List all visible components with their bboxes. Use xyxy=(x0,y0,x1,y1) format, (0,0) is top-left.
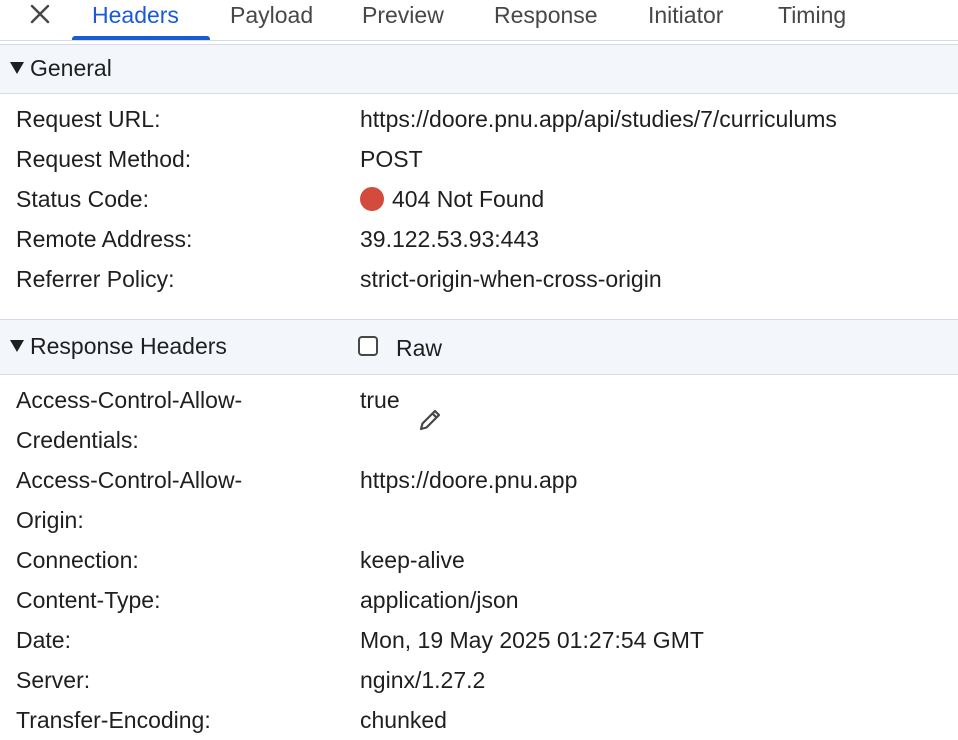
response-headers-section-title: Response Headers xyxy=(10,333,227,360)
pencil-icon[interactable] xyxy=(416,406,444,434)
server-label: Server: xyxy=(16,667,91,693)
date-value: Mon, 19 May 2025 01:27:54 GMT xyxy=(360,627,704,653)
tab-headers[interactable]: Headers xyxy=(92,0,179,40)
tab-response[interactable]: Response xyxy=(494,0,598,40)
general-section-header[interactable]: General xyxy=(0,44,958,94)
remote-address-value: 39.122.53.93:443 xyxy=(360,226,540,252)
date-label: Date: xyxy=(16,627,71,653)
remote-address-label: Remote Address: xyxy=(16,226,193,252)
tab-initiator[interactable]: Initiator xyxy=(648,0,723,40)
transfer-encoding-label: Transfer-Encoding: xyxy=(16,707,211,733)
status-code-text: 404 Not Found xyxy=(392,186,545,212)
triangle-down-icon xyxy=(10,340,24,352)
transfer-encoding-value: chunked xyxy=(360,707,447,733)
acao-label-line2: Origin: xyxy=(16,507,84,533)
raw-checkbox[interactable] xyxy=(358,336,378,356)
response-headers-title-text: Response Headers xyxy=(30,333,227,359)
status-error-icon xyxy=(360,187,384,211)
connection-label: Connection: xyxy=(16,547,139,573)
referrer-policy-value: strict-origin-when-cross-origin xyxy=(360,266,662,292)
acao-value: https://doore.pnu.app xyxy=(360,467,578,493)
content-type-label: Content-Type: xyxy=(16,587,161,613)
active-tab-indicator xyxy=(72,36,210,40)
close-button[interactable] xyxy=(26,0,54,28)
close-icon xyxy=(30,4,50,24)
raw-label[interactable]: Raw xyxy=(396,335,442,362)
tab-payload[interactable]: Payload xyxy=(230,0,313,40)
tab-preview[interactable]: Preview xyxy=(362,0,444,40)
status-code-label: Status Code: xyxy=(16,186,149,212)
request-method-label: Request Method: xyxy=(16,146,192,172)
content-type-value: application/json xyxy=(360,587,519,613)
acac-value: true xyxy=(360,387,400,413)
response-headers-section-header[interactable]: Response Headers Raw xyxy=(0,319,958,375)
request-method-value: POST xyxy=(360,146,423,172)
request-url-label: Request URL: xyxy=(16,106,161,132)
acac-label-line2: Credentials: xyxy=(16,427,139,453)
connection-value: keep-alive xyxy=(360,547,465,573)
tab-timing[interactable]: Timing xyxy=(778,0,846,40)
request-url-value: https://doore.pnu.app/api/studies/7/curr… xyxy=(360,106,837,132)
acac-label-line1: Access-Control-Allow- xyxy=(16,387,243,413)
status-code-value: 404 Not Found xyxy=(360,179,544,219)
general-section-title: General xyxy=(10,55,112,82)
referrer-policy-label: Referrer Policy: xyxy=(16,266,175,292)
triangle-down-icon xyxy=(10,62,24,74)
tab-bar: Headers Payload Preview Response Initiat… xyxy=(0,0,958,41)
general-title-text: General xyxy=(30,55,112,81)
server-value: nginx/1.27.2 xyxy=(360,667,486,693)
acao-label-line1: Access-Control-Allow- xyxy=(16,467,243,493)
